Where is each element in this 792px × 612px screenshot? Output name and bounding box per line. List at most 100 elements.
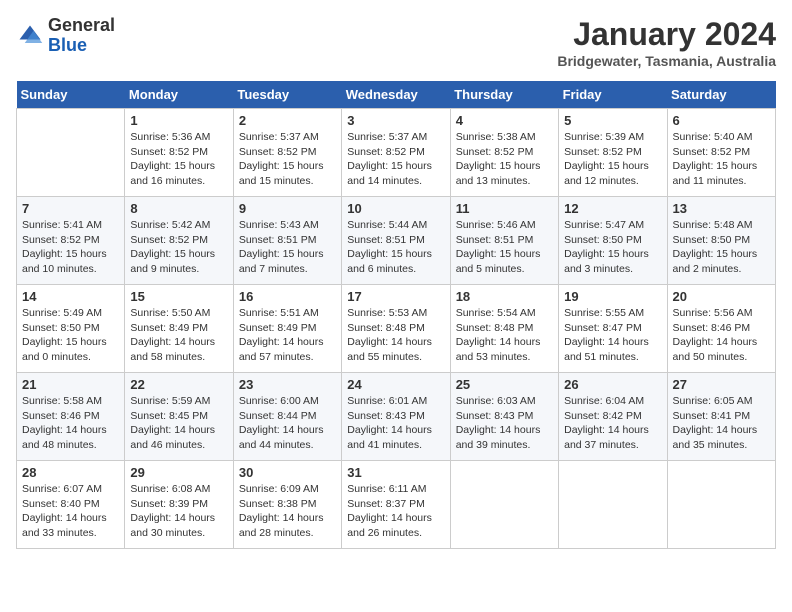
calendar-cell: 4 Sunrise: 5:38 AMSunset: 8:52 PMDaylight… xyxy=(450,109,558,197)
calendar-cell: 10 Sunrise: 5:44 AMSunset: 8:51 PMDayligh… xyxy=(342,197,450,285)
day-number: 15 xyxy=(130,289,227,304)
calendar-cell: 30Sunrise: 6:09 AMSunset: 8:38 PMDayligh… xyxy=(233,461,341,549)
day-info: Sunrise: 5:41 AMSunset: 8:52 PMDaylight:… xyxy=(22,218,119,277)
calendar-cell: 13Sunrise: 5:48 AMSunset: 8:50 PMDayligh… xyxy=(667,197,775,285)
day-number: 16 xyxy=(239,289,336,304)
weekday-header-friday: Friday xyxy=(559,81,667,109)
weekday-header-thursday: Thursday xyxy=(450,81,558,109)
day-info: Sunrise: 5:56 AMSunset: 8:46 PMDaylight:… xyxy=(673,306,770,365)
day-info: Sunrise: 6:05 AMSunset: 8:41 PMDaylight:… xyxy=(673,394,770,453)
logo: General Blue xyxy=(16,16,115,56)
day-info: Sunrise: 5:43 AMSunset: 8:51 PMDaylight:… xyxy=(239,218,336,277)
day-number: 4 xyxy=(456,113,553,128)
weekday-header-wednesday: Wednesday xyxy=(342,81,450,109)
day-info: Sunrise: 6:01 AMSunset: 8:43 PMDaylight:… xyxy=(347,394,444,453)
day-number: 19 xyxy=(564,289,661,304)
day-number: 28 xyxy=(22,465,119,480)
day-number: 10 xyxy=(347,201,444,216)
calendar-cell: 29 Sunrise: 6:08 AMSunset: 8:39 PMDayligh… xyxy=(125,461,233,549)
day-info: Sunrise: 5:40 AMSunset: 8:52 PMDaylight:… xyxy=(673,130,770,189)
calendar-table: SundayMondayTuesdayWednesdayThursdayFrid… xyxy=(16,81,776,549)
calendar-cell xyxy=(667,461,775,549)
day-number: 8 xyxy=(130,201,227,216)
day-info: Sunrise: 5:42 AMSunset: 8:52 PMDaylight:… xyxy=(130,218,227,277)
day-info: Sunrise: 5:48 AMSunset: 8:50 PMDaylight:… xyxy=(673,218,770,277)
day-number: 29 xyxy=(130,465,227,480)
day-info: Sunrise: 6:11 AMSunset: 8:37 PMDaylight:… xyxy=(347,482,444,541)
calendar-cell: 12Sunrise: 5:47 AMSunset: 8:50 PMDayligh… xyxy=(559,197,667,285)
calendar-cell: 1Sunrise: 5:36 AMSunset: 8:52 PMDaylight… xyxy=(125,109,233,197)
day-info: Sunrise: 5:46 AMSunset: 8:51 PMDaylight:… xyxy=(456,218,553,277)
calendar-cell: 24 Sunrise: 6:01 AMSunset: 8:43 PMDayligh… xyxy=(342,373,450,461)
day-info: Sunrise: 6:08 AMSunset: 8:39 PMDaylight:… xyxy=(130,482,227,541)
day-info: Sunrise: 5:59 AMSunset: 8:45 PMDaylight:… xyxy=(130,394,227,453)
day-number: 6 xyxy=(673,113,770,128)
weekday-header-row: SundayMondayTuesdayWednesdayThursdayFrid… xyxy=(17,81,776,109)
calendar-cell: 18 Sunrise: 5:54 AMSunset: 8:48 PMDayligh… xyxy=(450,285,558,373)
day-info: Sunrise: 6:00 AMSunset: 8:44 PMDaylight:… xyxy=(239,394,336,453)
day-number: 26 xyxy=(564,377,661,392)
logo-text: General Blue xyxy=(48,16,115,56)
day-info: Sunrise: 5:37 AMSunset: 8:52 PMDaylight:… xyxy=(239,130,336,189)
calendar-cell: 31 Sunrise: 6:11 AMSunset: 8:37 PMDayligh… xyxy=(342,461,450,549)
day-number: 5 xyxy=(564,113,661,128)
weekday-header-tuesday: Tuesday xyxy=(233,81,341,109)
location: Bridgewater, Tasmania, Australia xyxy=(557,53,776,69)
day-info: Sunrise: 5:54 AMSunset: 8:48 PMDaylight:… xyxy=(456,306,553,365)
day-number: 27 xyxy=(673,377,770,392)
day-number: 7 xyxy=(22,201,119,216)
day-number: 22 xyxy=(130,377,227,392)
day-number: 30 xyxy=(239,465,336,480)
calendar-cell: 6 Sunrise: 5:40 AMSunset: 8:52 PMDaylight… xyxy=(667,109,775,197)
calendar-cell: 22 Sunrise: 5:59 AMSunset: 8:45 PMDayligh… xyxy=(125,373,233,461)
day-info: Sunrise: 5:44 AMSunset: 8:51 PMDaylight:… xyxy=(347,218,444,277)
day-info: Sunrise: 5:53 AMSunset: 8:48 PMDaylight:… xyxy=(347,306,444,365)
day-info: Sunrise: 6:04 AMSunset: 8:42 PMDaylight:… xyxy=(564,394,661,453)
calendar-cell: 8 Sunrise: 5:42 AMSunset: 8:52 PMDaylight… xyxy=(125,197,233,285)
day-info: Sunrise: 5:36 AMSunset: 8:52 PMDaylight:… xyxy=(130,130,227,189)
title-block: January 2024 Bridgewater, Tasmania, Aust… xyxy=(557,16,776,69)
weekday-header-sunday: Sunday xyxy=(17,81,125,109)
calendar-cell: 15Sunrise: 5:50 AMSunset: 8:49 PMDayligh… xyxy=(125,285,233,373)
calendar-cell: 26 Sunrise: 6:04 AMSunset: 8:42 PMDayligh… xyxy=(559,373,667,461)
week-row-4: 21Sunrise: 5:58 AMSunset: 8:46 PMDayligh… xyxy=(17,373,776,461)
logo-blue: Blue xyxy=(48,35,87,55)
day-info: Sunrise: 6:07 AMSunset: 8:40 PMDaylight:… xyxy=(22,482,119,541)
month-title: January 2024 xyxy=(557,16,776,53)
day-info: Sunrise: 5:37 AMSunset: 8:52 PMDaylight:… xyxy=(347,130,444,189)
day-number: 3 xyxy=(347,113,444,128)
day-number: 18 xyxy=(456,289,553,304)
day-info: Sunrise: 5:49 AMSunset: 8:50 PMDaylight:… xyxy=(22,306,119,365)
calendar-cell: 7 Sunrise: 5:41 AMSunset: 8:52 PMDaylight… xyxy=(17,197,125,285)
weekday-header-saturday: Saturday xyxy=(667,81,775,109)
day-info: Sunrise: 5:58 AMSunset: 8:46 PMDaylight:… xyxy=(22,394,119,453)
day-info: Sunrise: 5:39 AMSunset: 8:52 PMDaylight:… xyxy=(564,130,661,189)
calendar-cell: 21Sunrise: 5:58 AMSunset: 8:46 PMDayligh… xyxy=(17,373,125,461)
calendar-cell: 17 Sunrise: 5:53 AMSunset: 8:48 PMDayligh… xyxy=(342,285,450,373)
day-number: 17 xyxy=(347,289,444,304)
calendar-cell: 23 Sunrise: 6:00 AMSunset: 8:44 PMDayligh… xyxy=(233,373,341,461)
day-number: 11 xyxy=(456,201,553,216)
day-number: 31 xyxy=(347,465,444,480)
calendar-cell: 20 Sunrise: 5:56 AMSunset: 8:46 PMDayligh… xyxy=(667,285,775,373)
calendar-cell xyxy=(559,461,667,549)
day-info: Sunrise: 5:55 AMSunset: 8:47 PMDaylight:… xyxy=(564,306,661,365)
page-header: General Blue January 2024 Bridgewater, T… xyxy=(16,16,776,69)
day-info: Sunrise: 5:38 AMSunset: 8:52 PMDaylight:… xyxy=(456,130,553,189)
day-number: 23 xyxy=(239,377,336,392)
logo-general: General xyxy=(48,15,115,35)
calendar-cell: 3 Sunrise: 5:37 AMSunset: 8:52 PMDaylight… xyxy=(342,109,450,197)
calendar-cell xyxy=(17,109,125,197)
calendar-cell: 19 Sunrise: 5:55 AMSunset: 8:47 PMDayligh… xyxy=(559,285,667,373)
day-number: 24 xyxy=(347,377,444,392)
weekday-header-monday: Monday xyxy=(125,81,233,109)
week-row-1: 1Sunrise: 5:36 AMSunset: 8:52 PMDaylight… xyxy=(17,109,776,197)
day-number: 20 xyxy=(673,289,770,304)
calendar-cell: 14 Sunrise: 5:49 AMSunset: 8:50 PMDayligh… xyxy=(17,285,125,373)
calendar-cell: 25Sunrise: 6:03 AMSunset: 8:43 PMDayligh… xyxy=(450,373,558,461)
calendar-cell: 11 Sunrise: 5:46 AMSunset: 8:51 PMDayligh… xyxy=(450,197,558,285)
day-number: 14 xyxy=(22,289,119,304)
calendar-cell: 27 Sunrise: 6:05 AMSunset: 8:41 PMDayligh… xyxy=(667,373,775,461)
calendar-cell xyxy=(450,461,558,549)
day-info: Sunrise: 6:03 AMSunset: 8:43 PMDaylight:… xyxy=(456,394,553,453)
